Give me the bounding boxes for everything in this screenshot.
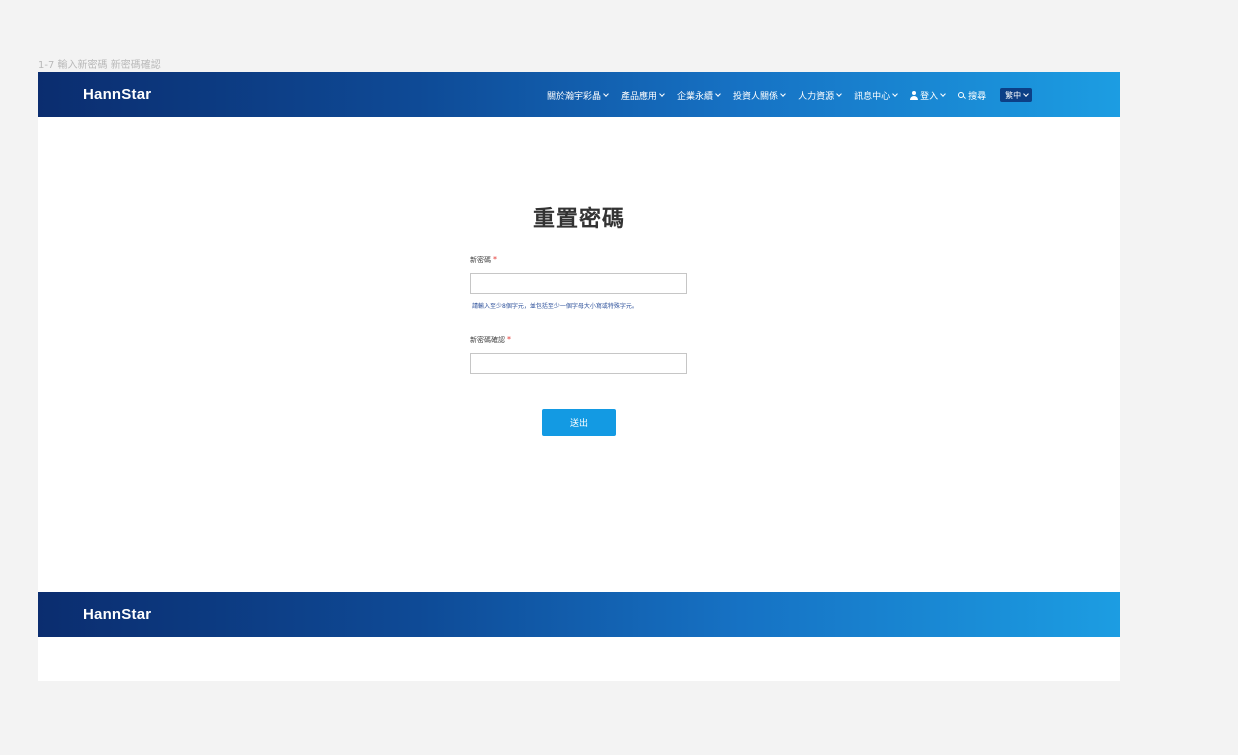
nav-item-hr[interactable]: 人力資源 [798, 89, 842, 102]
nav-item-label: 產品應用 [621, 91, 658, 102]
submit-button[interactable]: 送出 [542, 409, 616, 436]
nav-item-products[interactable]: 產品應用 [621, 89, 665, 102]
language-selector[interactable]: 繁中 [1000, 88, 1033, 102]
confirm-password-input[interactable] [470, 353, 687, 374]
user-icon [910, 90, 919, 100]
chevron-down-icon [836, 91, 842, 97]
confirm-password-label: 新密碼確認 * [470, 335, 511, 345]
frame-label: 1-7 輸入新密碼 新密碼確認 [38, 60, 161, 71]
chevron-down-icon [659, 91, 665, 97]
page-artboard: HannStar 關於瀚宇彩晶 產品應用 企業永續 投資人關係 人力資源 訊息中… [38, 72, 1120, 681]
required-mark: * [493, 255, 497, 264]
nav-item-label: 企業永續 [677, 91, 714, 102]
chevron-down-icon [1023, 91, 1029, 97]
search-button[interactable]: 搜尋 [958, 89, 986, 102]
login-label: 登入 [920, 91, 939, 102]
password-hint: 請輸入至少8個字元，並包括至少一個字母大小寫或特殊字元。 [472, 303, 638, 310]
required-mark: * [507, 335, 511, 344]
chevron-down-icon [940, 91, 946, 97]
login-menu[interactable]: 登入 [910, 89, 946, 102]
footer-logo[interactable]: HannStar [83, 606, 151, 623]
language-label: 繁中 [1005, 90, 1022, 100]
nav-item-label: 訊息中心 [854, 91, 891, 102]
main-nav: 關於瀚宇彩晶 產品應用 企業永續 投資人關係 人力資源 訊息中心 登入 搜尋 繁… [547, 87, 1033, 103]
chevron-down-icon [780, 91, 786, 97]
new-password-input[interactable] [470, 273, 687, 294]
site-footer: HannStar [38, 592, 1120, 637]
chevron-down-icon [892, 91, 898, 97]
header-logo[interactable]: HannStar [83, 86, 151, 103]
nav-item-news[interactable]: 訊息中心 [854, 89, 898, 102]
nav-item-label: 人力資源 [798, 91, 835, 102]
nav-item-about[interactable]: 關於瀚宇彩晶 [547, 89, 609, 102]
nav-item-sustainability[interactable]: 企業永續 [677, 89, 721, 102]
nav-item-label: 關於瀚宇彩晶 [547, 91, 602, 102]
search-label: 搜尋 [968, 91, 987, 102]
site-header: HannStar 關於瀚宇彩晶 產品應用 企業永續 投資人關係 人力資源 訊息中… [38, 72, 1120, 117]
confirm-password-label-text: 新密碼確認 [470, 336, 505, 344]
chevron-down-icon [603, 91, 609, 97]
nav-item-investors[interactable]: 投資人關係 [733, 89, 786, 102]
new-password-label-text: 新密碼 [470, 256, 491, 264]
nav-item-label: 投資人關係 [733, 91, 779, 102]
search-icon [958, 91, 967, 99]
chevron-down-icon [715, 91, 721, 97]
new-password-label: 新密碼 * [470, 255, 497, 265]
page-title: 重置密碼 [532, 207, 625, 232]
